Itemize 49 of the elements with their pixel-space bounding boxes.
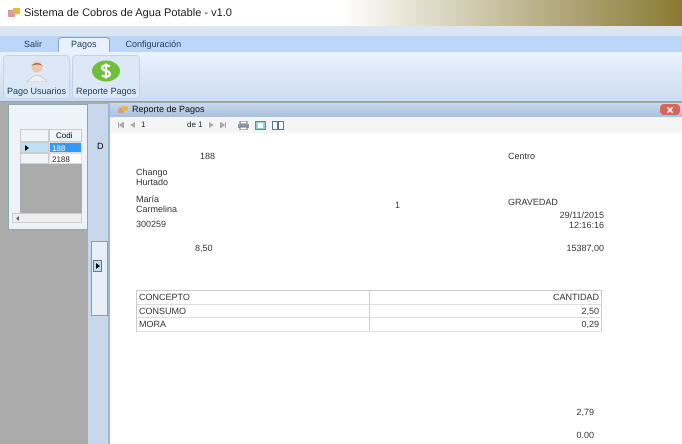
- account-code: 188: [200, 150, 216, 163]
- window-icon: [118, 106, 128, 114]
- ribbon-button[interactable]: Pago Usuarios: [3, 55, 70, 99]
- rate-value: 8,50: [195, 242, 213, 255]
- total-amount: 2,79: [575, 406, 594, 419]
- given-name-text: María Carmelina: [136, 194, 178, 214]
- reading-value: 15387,00: [565, 242, 604, 255]
- print-icon[interactable]: [238, 120, 249, 130]
- balance-amount: 0.00: [575, 429, 594, 442]
- table-cell: MORA: [137, 318, 370, 330]
- table-cell: 188: [49, 142, 82, 153]
- next-page-icon[interactable]: [208, 122, 214, 128]
- row-pointer-icon: [25, 144, 29, 150]
- menu-tab[interactable]: Salir: [12, 37, 54, 52]
- count-value: 1: [395, 199, 400, 212]
- page-count: de 1: [187, 119, 203, 131]
- window-title: Reporte de Pagos: [132, 103, 205, 116]
- menu-tab[interactable]: Pagos: [58, 37, 110, 52]
- previous-page-icon[interactable]: [130, 122, 135, 128]
- ribbon-button[interactable]: Reporte Pagos: [72, 55, 140, 99]
- sector-name: Centro: [508, 150, 536, 163]
- table-cell: 2188: [49, 153, 82, 164]
- column-header: CONCEPTO: [137, 291, 370, 304]
- close-icon: [667, 106, 673, 112]
- last-page-icon[interactable]: [220, 122, 226, 128]
- column-header: Codi: [49, 129, 82, 142]
- first-page-icon[interactable]: [118, 122, 124, 128]
- window-title: Sistema de Cobros de Agua Potable - v1.0: [24, 6, 232, 21]
- column-header: CANTIDAD: [370, 291, 602, 304]
- table-cell: 0,29: [370, 318, 602, 330]
- surname-text: Chango Hurtado: [136, 167, 170, 187]
- row-header-corner: [20, 129, 49, 142]
- page-number-field[interactable]: 1: [141, 119, 181, 131]
- table-cell: 2,50: [370, 304, 602, 317]
- close-button[interactable]: [660, 104, 680, 115]
- meter-number: 300259: [136, 218, 166, 231]
- person-icon: [26, 60, 48, 82]
- page-setup-icon[interactable]: [272, 120, 284, 130]
- date-time: 29/11/2015 12:16:16: [558, 210, 604, 230]
- table-cell: CONSUMO: [137, 304, 370, 317]
- dollar-icon: [91, 60, 122, 82]
- category-text: GRAVEDAD: [508, 196, 558, 209]
- menu-tab[interactable]: Configuración: [114, 37, 194, 52]
- page-layout-icon[interactable]: [254, 120, 266, 130]
- row-selector[interactable]: [20, 142, 49, 153]
- scroll-left-icon: [15, 216, 20, 220]
- row-pointer-icon: [96, 263, 100, 269]
- panel-label: D: [97, 140, 104, 153]
- app-icon: [8, 8, 20, 18]
